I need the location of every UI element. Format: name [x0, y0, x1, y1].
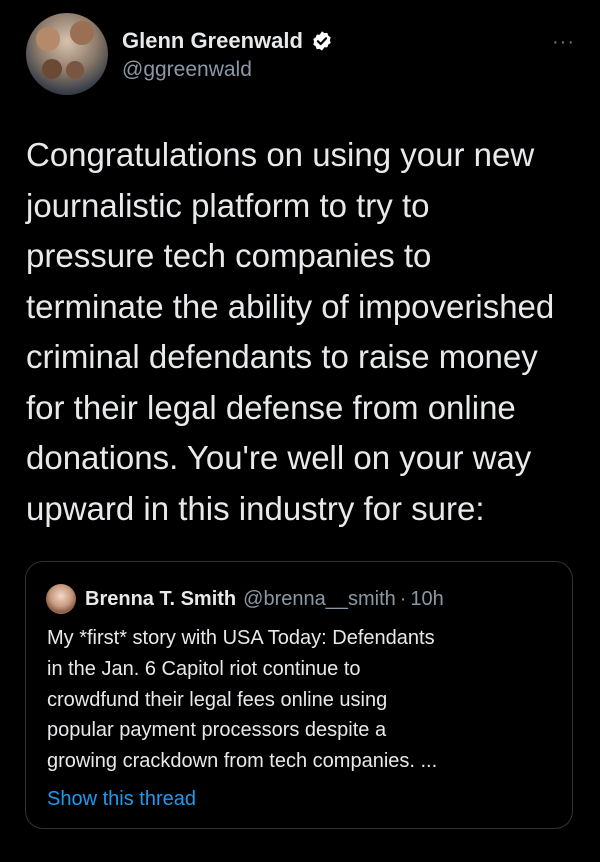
quoted-author-name: Brenna T. Smith	[85, 587, 237, 610]
author-avatar[interactable]	[26, 13, 108, 95]
author-handle[interactable]: @ggreenwald	[122, 58, 252, 82]
quoted-tweet[interactable]: Brenna T. Smith @brenna__smith · 10h My …	[25, 561, 573, 829]
quoted-separator: ·	[399, 587, 407, 610]
more-options-icon[interactable]: ···	[552, 31, 575, 54]
show-thread-link[interactable]: Show this thread	[47, 788, 196, 811]
quoted-tweet-header: Brenna T. Smith @brenna__smith · 10h	[46, 584, 444, 614]
quoted-timestamp: 10h	[410, 587, 444, 610]
quoted-author-avatar[interactable]	[46, 584, 76, 614]
quoted-tweet-text: My *first* story with USA Today: Defenda…	[47, 627, 438, 773]
verified-badge-icon	[313, 31, 331, 51]
quoted-author-handle: @brenna__smith	[243, 587, 396, 610]
tweet-text: Congratulations on using your new journa…	[26, 136, 555, 527]
author-name-row: Glenn Greenwald	[122, 28, 333, 54]
author-name[interactable]: Glenn Greenwald	[122, 28, 303, 54]
